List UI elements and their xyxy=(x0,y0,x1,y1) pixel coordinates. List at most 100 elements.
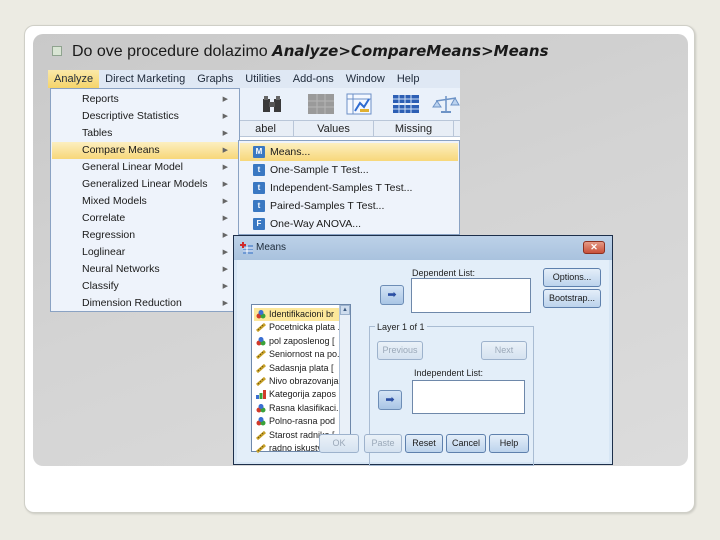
scale-variable-icon xyxy=(256,430,266,440)
menu-item-reports[interactable]: Reports ▶ xyxy=(52,91,238,108)
independent-list-box[interactable] xyxy=(412,380,525,414)
variable-label: Pocetnicka plata ... xyxy=(269,322,339,333)
anova-icon: F xyxy=(253,218,265,230)
menu-item-mixed-models[interactable]: Mixed Models ▶ xyxy=(52,193,238,210)
submenu-arrow-icon: ▶ xyxy=(222,164,228,171)
variable-item[interactable]: Sadasnja plata [ xyxy=(254,362,339,375)
menu-item-classify[interactable]: Classify ▶ xyxy=(52,278,238,295)
submenu-arrow-icon: ▶ xyxy=(222,215,228,222)
previous-button[interactable]: Previous xyxy=(377,341,423,360)
submenu-item-label: Means... xyxy=(270,146,311,158)
submenu-item-means[interactable]: M Means... xyxy=(240,143,458,161)
menu-help[interactable]: Help xyxy=(391,70,426,88)
grid-icon[interactable] xyxy=(308,93,334,115)
binoculars-icon[interactable] xyxy=(260,93,284,115)
submenu-item-label: Independent-Samples T Test... xyxy=(270,182,413,194)
variable-item[interactable]: Seniornost na po... xyxy=(254,348,339,361)
ok-button[interactable]: OK xyxy=(319,434,359,453)
menu-item-label: Tables xyxy=(82,127,113,139)
menu-item-loglinear[interactable]: Loglinear ▶ xyxy=(52,244,238,261)
bullet-text: Do ove procedure dolazimo xyxy=(72,43,273,60)
variable-item[interactable]: Polno-rasna pod xyxy=(254,415,339,428)
next-button[interactable]: Next xyxy=(481,341,527,360)
bullet-icon xyxy=(52,46,62,56)
cancel-button[interactable]: Cancel xyxy=(446,434,486,453)
menu-analyze[interactable]: Analyze xyxy=(48,70,100,88)
menu-item-tables[interactable]: Tables ▶ xyxy=(52,125,238,142)
variable-label: Sadasnja plata [ xyxy=(269,362,334,373)
submenu-arrow-icon: ▶ xyxy=(222,283,228,290)
table-icon[interactable] xyxy=(392,93,419,115)
help-button[interactable]: Help xyxy=(489,434,529,453)
menu-item-label: Mixed Models xyxy=(82,195,147,207)
menu-item-neural-networks[interactable]: Neural Networks ▶ xyxy=(52,261,238,278)
variable-list-scrollbar[interactable]: ▲ ▼ xyxy=(339,305,350,451)
variable-label: Identifikacioni br xyxy=(269,309,335,319)
layer-label: Layer 1 of 1 xyxy=(375,322,427,332)
scale-variable-icon xyxy=(256,363,266,373)
chart-edit-icon[interactable] xyxy=(346,93,372,115)
independent-list-label: Independent List: xyxy=(414,368,484,378)
paste-button[interactable]: Paste xyxy=(364,434,402,453)
menu-item-generalized-linear-models[interactable]: Generalized Linear Models ▶ xyxy=(52,176,238,193)
menu-item-descriptive-statistics[interactable]: Descriptive Statistics ▶ xyxy=(52,108,238,125)
submenu-arrow-icon: ▶ xyxy=(222,113,228,120)
column-header-values[interactable]: Values xyxy=(294,121,374,137)
dependent-list-box[interactable] xyxy=(411,278,531,313)
submenu-item-label: One-Sample T Test... xyxy=(270,164,369,176)
reset-button[interactable]: Reset xyxy=(405,434,443,453)
variable-list[interactable]: Identifikacioni br Pocetnicka plata ... po… xyxy=(251,304,351,454)
submenu-item-independent-samples-t-test[interactable]: t Independent-Samples T Test... xyxy=(240,179,458,197)
submenu-arrow-icon: ▶ xyxy=(222,232,228,239)
ordinal-variable-icon xyxy=(256,390,266,400)
menu-item-label: Loglinear xyxy=(82,246,126,258)
options-button[interactable]: Options... xyxy=(543,268,601,287)
menu-item-label: General Linear Model xyxy=(82,161,183,173)
independent-t-test-icon: t xyxy=(253,182,265,194)
variable-item[interactable]: Nivo obrazovanja... xyxy=(254,375,339,388)
submenu-item-one-sample-t-test[interactable]: t One-Sample T Test... xyxy=(240,161,458,179)
menu-item-regression[interactable]: Regression ▶ xyxy=(52,227,238,244)
dialog-title-bar[interactable]: Means ✕ xyxy=(234,236,612,260)
menu-item-compare-means[interactable]: Compare Means ▶ xyxy=(52,142,238,159)
submenu-arrow-icon: ▶ xyxy=(222,249,228,256)
means-dialog: Means ✕ Identifikacioni br Pocetnicka pla… xyxy=(233,235,613,466)
column-header-missing[interactable]: Missing xyxy=(374,121,454,137)
menu-item-label: Correlate xyxy=(82,212,126,224)
menu-item-correlate[interactable]: Correlate ▶ xyxy=(52,210,238,227)
menu-graphs[interactable]: Graphs xyxy=(191,70,239,88)
menu-item-general-linear-model[interactable]: General Linear Model ▶ xyxy=(52,159,238,176)
variable-label: pol zaposlenog [ xyxy=(269,335,335,346)
close-button[interactable]: ✕ xyxy=(583,241,605,254)
variable-item[interactable]: pol zaposlenog [ xyxy=(254,335,339,348)
variable-label: Kategorija zapos xyxy=(269,389,337,400)
submenu-arrow-icon: ▶ xyxy=(222,198,228,205)
dependent-list-label: Dependent List: xyxy=(412,268,476,278)
column-header-label[interactable]: abel xyxy=(238,121,294,137)
variable-item[interactable]: Rasna klasifikaci... xyxy=(254,402,339,415)
variable-item[interactable]: Identifikacioni br xyxy=(254,308,339,321)
nominal-variable-icon xyxy=(256,310,266,319)
variable-item[interactable]: Pocetnicka plata ... xyxy=(254,321,339,334)
compare-means-submenu: M Means... t One-Sample T Test... t Indepen… xyxy=(238,140,460,235)
menu-direct-marketing[interactable]: Direct Marketing xyxy=(99,70,191,88)
submenu-item-one-way-anova[interactable]: F One-Way ANOVA... xyxy=(240,215,458,233)
scroll-up-icon[interactable]: ▲ xyxy=(340,305,350,315)
variable-item[interactable]: Kategorija zapos xyxy=(254,388,339,401)
submenu-item-paired-samples-t-test[interactable]: t Paired-Samples T Test... xyxy=(240,197,458,215)
menu-item-dimension-reduction[interactable]: Dimension Reduction ▶ xyxy=(52,295,238,312)
submenu-arrow-icon: ▶ xyxy=(222,147,228,154)
move-to-dependent-button[interactable]: ➡ xyxy=(380,285,404,305)
nominal-variable-icon xyxy=(256,336,266,346)
menu-add-ons[interactable]: Add-ons xyxy=(287,70,340,88)
variable-label: Seniornost na po... xyxy=(269,349,339,360)
move-to-independent-button[interactable]: ➡ xyxy=(378,390,402,410)
scale-variable-icon xyxy=(256,376,266,387)
paired-t-test-icon: t xyxy=(253,200,265,212)
scales-icon[interactable] xyxy=(432,93,460,115)
nominal-variable-icon xyxy=(256,417,266,426)
menu-utilities[interactable]: Utilities xyxy=(239,70,286,88)
menu-window[interactable]: Window xyxy=(340,70,391,88)
means-icon: M xyxy=(253,146,265,158)
bootstrap-button[interactable]: Bootstrap... xyxy=(543,289,601,308)
